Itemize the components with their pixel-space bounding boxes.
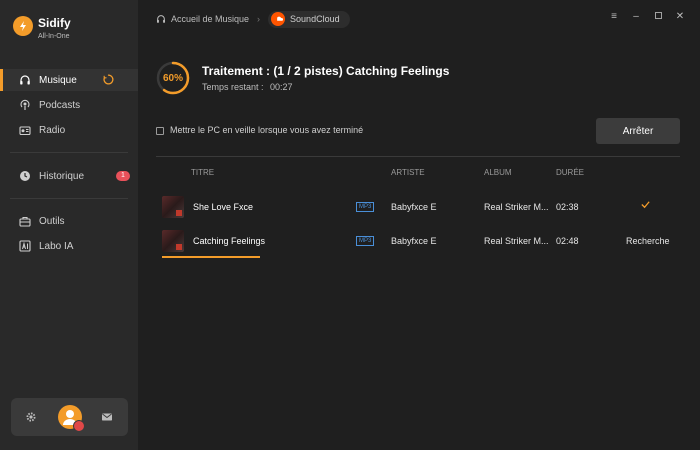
- source-label: SoundCloud: [290, 14, 340, 24]
- column-header-album[interactable]: ALBUM: [484, 168, 512, 177]
- headphones-icon: [19, 74, 31, 86]
- breadcrumb-home[interactable]: Accueil de Musique: [171, 14, 249, 24]
- chevron-right-icon: ›: [257, 14, 261, 24]
- column-header-duration[interactable]: DURÉE: [556, 168, 584, 177]
- close-icon[interactable]: ✕: [674, 11, 686, 23]
- sidebar-item-historique[interactable]: Historique 1: [0, 165, 138, 187]
- track-duration: 02:48: [556, 236, 579, 246]
- remaining-time-label: Temps restant :: [202, 82, 264, 92]
- format-badge: MP3: [356, 202, 375, 212]
- track-title: She Love Fxce: [193, 202, 254, 212]
- track-status: Recherche: [626, 236, 670, 246]
- track-artist: Babyfxce E: [391, 202, 437, 212]
- gear-icon[interactable]: [25, 411, 37, 423]
- sidebar-divider: [10, 152, 128, 153]
- avatar[interactable]: [58, 405, 85, 432]
- track-progress-bar: [162, 256, 260, 258]
- album-cover: [162, 230, 184, 252]
- sleep-checkbox[interactable]: [156, 127, 164, 135]
- format-badge: MP3: [356, 236, 375, 246]
- maximize-icon[interactable]: [652, 11, 664, 23]
- soundcloud-icon: [271, 12, 286, 26]
- album-cover: [162, 196, 184, 218]
- notification-badge: 1: [116, 171, 130, 181]
- sidebar-item-outils[interactable]: Outils: [0, 210, 138, 232]
- headphones-icon: [157, 15, 165, 23]
- source-pill[interactable]: SoundCloud: [268, 10, 350, 28]
- sidebar-item-label: Musique: [39, 74, 77, 86]
- track-album: Real Striker M...: [484, 236, 549, 246]
- processing-title: Traitement : (1 / 2 pistes) Catching Fee…: [202, 64, 450, 78]
- table-row[interactable]: Catching Feelings MP3 Babyfxce E Real St…: [156, 230, 680, 260]
- mail-icon[interactable]: [101, 411, 113, 423]
- loading-spinner-icon: [103, 74, 114, 85]
- sidebar-item-podcasts[interactable]: Podcasts: [0, 94, 138, 116]
- sidebar-item-label: Radio: [39, 124, 66, 136]
- sidebar-item-musique[interactable]: Musique: [0, 69, 138, 91]
- sidebar-divider: [10, 198, 128, 199]
- sleep-checkbox-label[interactable]: Mettre le PC en veille lorsque vous avez…: [170, 125, 363, 135]
- account-status-icon: [73, 420, 85, 432]
- radio-icon: [19, 124, 31, 136]
- sidify-logo-icon: [13, 16, 33, 36]
- sidebar-item-label: Historique: [39, 170, 85, 182]
- table-row[interactable]: She Love Fxce MP3 Babyfxce E Real Strike…: [156, 196, 680, 226]
- sidebar-item-label: Outils: [39, 215, 65, 227]
- checkmark-icon: [641, 201, 650, 209]
- app-window: Sidify All-In-One Musique Podcasts Radio: [0, 0, 700, 450]
- progress-percent: 60%: [162, 72, 183, 84]
- column-header-artist[interactable]: ARTISTE: [391, 168, 425, 177]
- minimize-icon[interactable]: –: [630, 11, 642, 23]
- track-duration: 02:38: [556, 202, 579, 212]
- sidebar-item-labo-ia[interactable]: Labo IA: [0, 235, 138, 257]
- track-album: Real Striker M...: [484, 202, 549, 212]
- sidebar: Sidify All-In-One Musique Podcasts Radio: [0, 0, 138, 450]
- track-artist: Babyfxce E: [391, 236, 437, 246]
- app-name: Sidify: [38, 16, 71, 30]
- sidebar-bottom-bar: [11, 398, 128, 436]
- sidebar-item-label: Podcasts: [39, 99, 81, 111]
- track-title: Catching Feelings: [193, 236, 266, 246]
- table-top-divider: [156, 156, 680, 157]
- column-header-title[interactable]: TITRE: [191, 168, 214, 177]
- ai-icon: [19, 240, 31, 252]
- main-panel: Accueil de Musique › SoundCloud ≡ – ✕ 60…: [138, 0, 700, 450]
- breadcrumb: Accueil de Musique › SoundCloud: [156, 10, 350, 28]
- app-subtitle: All-In-One: [38, 33, 70, 40]
- menu-icon[interactable]: ≡: [608, 11, 620, 23]
- clock-icon: [19, 170, 31, 182]
- podcast-icon: [19, 99, 31, 111]
- toolbox-icon: [19, 215, 31, 227]
- sidebar-item-label: Labo IA: [39, 240, 74, 252]
- sidebar-item-radio[interactable]: Radio: [0, 119, 138, 141]
- remaining-time-value: 00:27: [270, 82, 293, 92]
- stop-button[interactable]: Arrêter: [596, 118, 680, 144]
